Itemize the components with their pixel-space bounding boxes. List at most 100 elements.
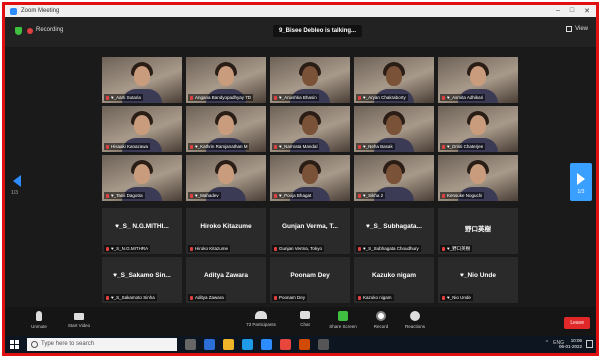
participant-name-label: ♥_S_N.G.MITHRA bbox=[104, 245, 151, 252]
meeting-toolbar: Unmute Start Video 73 Participants Chat … bbox=[5, 307, 596, 339]
participant-tile[interactable]: ♥_S_Sakamo Sin... ♥_S_Sakamoto Sinha bbox=[102, 257, 182, 303]
participant-tile[interactable]: ♥_Aryan Chakraborty bbox=[354, 57, 434, 103]
record-button[interactable]: Record bbox=[363, 311, 399, 329]
participant-name-label: ♥_S_Sakamoto Sinha bbox=[104, 294, 157, 301]
participant-name: Hisaaki Kanazawa bbox=[111, 144, 149, 149]
muted-mic-icon bbox=[106, 246, 109, 251]
participant-tile[interactable]: ♥_Sikha 2 bbox=[354, 155, 434, 201]
muted-mic-icon bbox=[274, 144, 277, 149]
participant-tile[interactable]: Angana Bandyopadhyay 7D bbox=[186, 57, 266, 103]
next-page-button[interactable]: 1/3 bbox=[570, 163, 592, 201]
view-button[interactable]: View bbox=[566, 26, 588, 32]
muted-mic-icon bbox=[442, 144, 445, 149]
maximize-button[interactable]: □ bbox=[570, 7, 574, 15]
participant-tile[interactable]: ♥_Aarti Sutaria bbox=[102, 57, 182, 103]
participants-button[interactable]: 73 Participants bbox=[243, 311, 279, 327]
participant-face bbox=[302, 115, 318, 135]
participant-name: Kensuke Noguchi bbox=[447, 193, 483, 198]
left-arrow-icon bbox=[13, 175, 21, 187]
taskbar-clock[interactable]: 10:06 06-01-2022 bbox=[559, 338, 582, 350]
security-shield-icon[interactable] bbox=[15, 27, 22, 35]
participant-tile[interactable]: ♥_Nio Unde ♥_Nio Unde bbox=[438, 257, 518, 303]
windows-start-icon[interactable] bbox=[10, 340, 19, 349]
participant-tile[interactable]: ♥_Kathrin Ramjanathan M bbox=[186, 106, 266, 152]
previous-page-button[interactable]: 1/3 bbox=[11, 175, 25, 199]
file-explorer-icon[interactable] bbox=[223, 339, 234, 350]
share-screen-button[interactable]: Share Screen bbox=[325, 311, 361, 329]
zoom-taskbar-icon[interactable] bbox=[261, 339, 272, 350]
participant-name-label: ♥_Dristi Chaterjee bbox=[440, 143, 486, 150]
share-screen-icon bbox=[338, 311, 348, 321]
muted-mic-icon bbox=[106, 95, 109, 100]
chat-button[interactable]: Chat bbox=[287, 311, 323, 327]
participant-tile[interactable]: Hiroko Kitazume Hiroko Kitazume bbox=[186, 208, 266, 254]
close-button[interactable]: ✕ bbox=[584, 7, 590, 15]
minimize-button[interactable]: – bbox=[556, 7, 560, 15]
participant-tile[interactable]: ♥_Tanii Dagotra bbox=[102, 155, 182, 201]
participant-name-label: ♥_野口英樹 bbox=[440, 245, 473, 252]
participant-tile[interactable]: Gunjan Verma, T... Gunjan Verma, Tokyo bbox=[270, 208, 350, 254]
participant-face bbox=[218, 115, 234, 135]
start-video-button[interactable]: Start Video bbox=[61, 311, 97, 328]
participant-tile[interactable]: ♥_S_ N.G.MITHI... ♥_S_N.G.MITHRA bbox=[102, 208, 182, 254]
leave-button[interactable]: Leave bbox=[564, 317, 590, 329]
microphone-icon bbox=[36, 311, 42, 321]
participant-tile[interactable]: ♥_Neha Basak bbox=[354, 106, 434, 152]
chrome-icon[interactable] bbox=[280, 339, 291, 350]
unmute-button[interactable]: Unmute bbox=[21, 311, 57, 329]
participant-name: ♥_Neha Basak bbox=[363, 144, 393, 149]
reactions-label: Reactions bbox=[404, 324, 425, 329]
participant-display-name: Hiroko Kitazume bbox=[200, 223, 252, 230]
page-indicator-left: 1/3 bbox=[11, 190, 18, 196]
participant-name: ♥_Tanii Dagotra bbox=[111, 193, 143, 198]
task-view-icon[interactable] bbox=[185, 339, 196, 350]
participant-tile[interactable]: Poonam Dey Poonam Dey bbox=[270, 257, 350, 303]
taskbar-search-input[interactable]: Type here to search bbox=[27, 338, 177, 351]
edge-browser-icon[interactable] bbox=[242, 339, 253, 350]
participant-name-label: Gunjan Verma, Tokyo bbox=[272, 245, 324, 252]
participant-tile[interactable]: ♥_Anushka Bhasin bbox=[270, 57, 350, 103]
app-icon[interactable] bbox=[318, 339, 329, 350]
participant-tile[interactable]: Kensuke Noguchi bbox=[438, 155, 518, 201]
participant-name-label: Hisaaki Kanazawa bbox=[104, 143, 151, 150]
participant-name: Poonam Dey bbox=[279, 295, 306, 300]
store-icon[interactable] bbox=[204, 339, 215, 350]
participant-name-label: Aditya Zawara bbox=[188, 294, 226, 301]
smiley-reaction-icon bbox=[410, 311, 420, 321]
participant-tile[interactable]: Kazuko nigam Kazuko nigam bbox=[354, 257, 434, 303]
title-bar: Zoom Meeting – □ ✕ bbox=[5, 5, 596, 17]
participant-name: ♥_Nio Unde bbox=[447, 295, 471, 300]
participant-tile[interactable]: ♥_S_ Subhagata... ♥_S_Subhagata Choudhury bbox=[354, 208, 434, 254]
participant-tile[interactable]: ♥_Namrata Mandal bbox=[270, 106, 350, 152]
participant-name-label: Kensuke Noguchi bbox=[440, 192, 485, 199]
participant-name: ♥_Kathrin Ramjanathan M bbox=[195, 144, 248, 149]
notification-icon[interactable] bbox=[586, 340, 593, 348]
participant-name: Angana Bandyopadhyay 7D bbox=[195, 95, 252, 100]
zoom-app-icon bbox=[10, 7, 17, 15]
muted-mic-icon bbox=[442, 246, 445, 251]
recording-label: Recording bbox=[36, 27, 64, 33]
participant-name: ♥_Namrata Mandal bbox=[279, 144, 318, 149]
video-camera-icon bbox=[74, 313, 84, 320]
reactions-button[interactable]: Reactions bbox=[397, 311, 433, 329]
participant-tile[interactable]: ♥_Asmita Adhikari bbox=[438, 57, 518, 103]
start-video-label: Start Video bbox=[67, 323, 91, 328]
participant-display-name: ♥_Nio Unde bbox=[459, 272, 496, 279]
powerpoint-icon[interactable] bbox=[299, 339, 310, 350]
participant-tile[interactable]: 野口英樹 ♥_野口英樹 bbox=[438, 208, 518, 254]
participant-name: ♥_S_Subhagata Choudhury bbox=[363, 246, 419, 251]
tray-arrow-icon[interactable]: ^ bbox=[546, 340, 548, 346]
participant-name: ♥_Dristi Chaterjee bbox=[447, 144, 484, 149]
participant-name-label: ♥_Pooja Bhagat bbox=[272, 192, 314, 199]
participant-tile[interactable]: ♥_Dristi Chaterjee bbox=[438, 106, 518, 152]
participant-tile[interactable]: Aditya Zawara Aditya Zawara bbox=[186, 257, 266, 303]
participant-display-name: ♥_S_ N.G.MITHI... bbox=[115, 223, 169, 230]
muted-mic-icon bbox=[442, 295, 445, 300]
participant-name: Kazuko nigam bbox=[363, 295, 392, 300]
muted-mic-icon bbox=[274, 246, 277, 251]
participant-tile[interactable]: Hisaaki Kanazawa bbox=[102, 106, 182, 152]
participant-tile[interactable]: ♥_Mahadev bbox=[186, 155, 266, 201]
participants-label: 73 Participants bbox=[243, 322, 279, 327]
participant-tile[interactable]: ♥_Pooja Bhagat bbox=[270, 155, 350, 201]
participant-name: ♥_Pooja Bhagat bbox=[279, 193, 312, 198]
